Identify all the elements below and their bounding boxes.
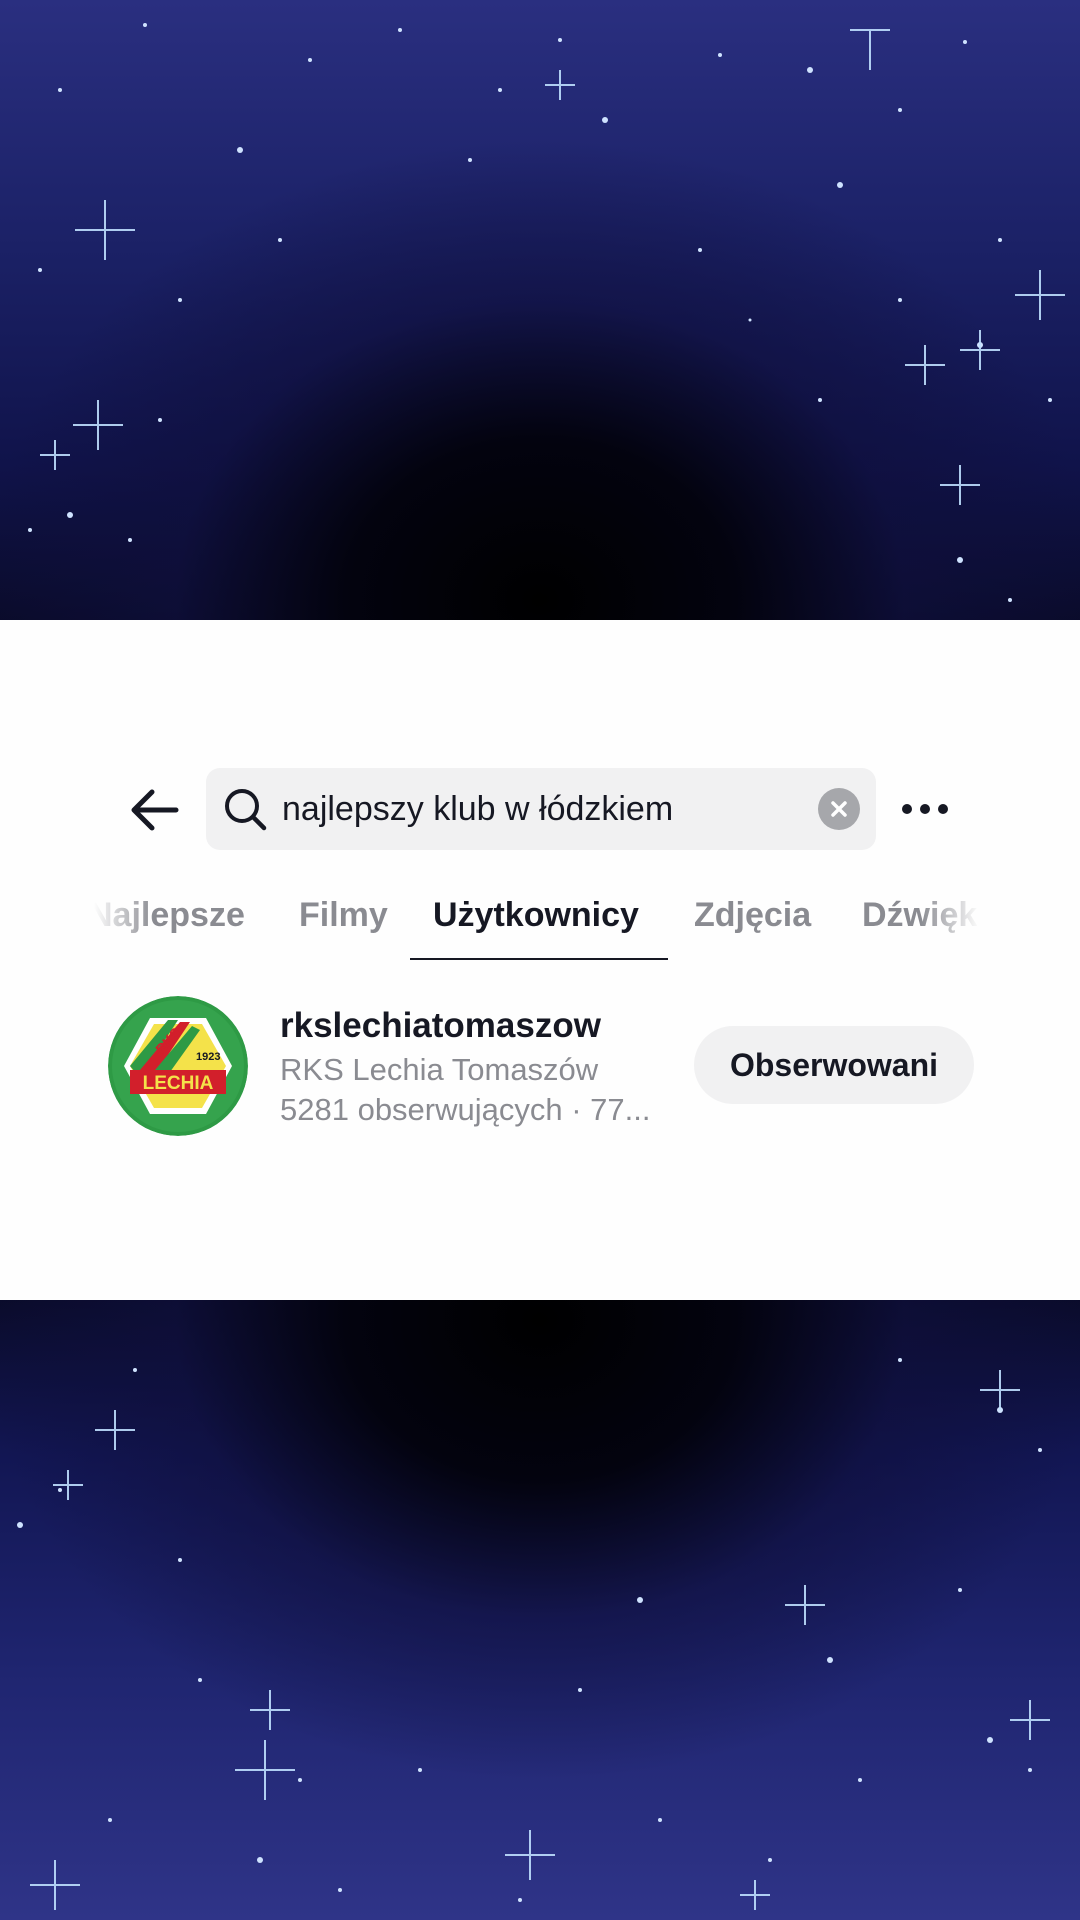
active-tab-indicator xyxy=(410,958,668,960)
arrow-left-icon xyxy=(131,789,179,831)
following-button[interactable]: Obserwowani xyxy=(694,1026,974,1104)
tab-photos[interactable]: Zdjęcia xyxy=(694,894,811,936)
starfield-background-bottom xyxy=(0,1300,1080,1920)
club-logo: RKS 1923 LECHIA xyxy=(108,996,248,1136)
result-display-name: RKS Lechia Tomaszów xyxy=(280,1052,599,1087)
clear-x-icon xyxy=(831,801,847,817)
tab-top[interactable]: Najlepsze xyxy=(94,894,245,936)
tab-users[interactable]: Użytkownicy xyxy=(433,894,639,936)
avatar[interactable]: RKS 1923 LECHIA xyxy=(108,996,248,1136)
more-dots-icon xyxy=(902,804,912,814)
starfield-background-top xyxy=(0,0,1080,620)
back-button[interactable] xyxy=(124,780,184,840)
result-username[interactable]: rkslechiatomaszow xyxy=(280,1006,601,1046)
search-icon xyxy=(225,789,267,831)
stars-bottom xyxy=(17,1358,1050,1910)
search-bar[interactable]: najlepszy klub w łódzkiem xyxy=(206,768,876,850)
stars-top xyxy=(28,23,1065,602)
search-tabs: Najlepsze Filmy Użytkownicy Zdjęcia Dźwi… xyxy=(94,888,980,960)
search-input[interactable]: najlepszy klub w łódzkiem xyxy=(282,788,673,830)
tab-sounds[interactable]: Dźwięki xyxy=(862,894,980,936)
search-results-panel xyxy=(0,620,1080,1300)
more-options-button[interactable] xyxy=(892,784,958,834)
svg-text:LECHIA: LECHIA xyxy=(143,1073,214,1094)
tab-videos[interactable]: Filmy xyxy=(299,894,388,936)
svg-text:1923: 1923 xyxy=(196,1051,220,1063)
clear-search-button[interactable] xyxy=(818,788,860,830)
result-stats: 5281 obserwujących · 77... xyxy=(280,1092,651,1127)
